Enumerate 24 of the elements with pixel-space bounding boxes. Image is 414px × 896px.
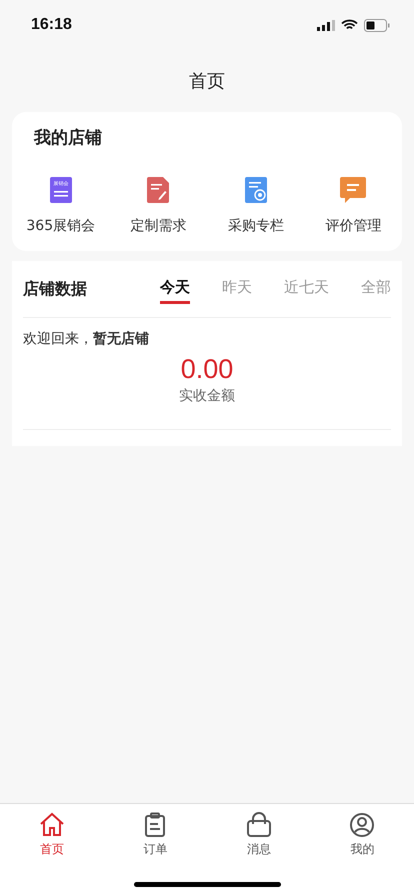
tab-bar-item[interactable]: 消息 (207, 812, 310, 858)
tab-bar-item[interactable]: 我的 (310, 812, 414, 858)
user-circle-icon (349, 812, 376, 838)
tab-bar-item[interactable]: 首页 (0, 812, 104, 858)
shortcut-button[interactable]: 定制需求 (110, 177, 207, 235)
shopping-bag-icon (246, 812, 272, 838)
welcome-text: 欢迎回来，暂无店铺 (23, 330, 150, 348)
signal-icon (317, 20, 335, 30)
page-title: 首页 (189, 70, 225, 93)
status-time: 16:18 (31, 16, 72, 34)
tab-bar-item[interactable]: 订单 (104, 812, 207, 858)
amount-value: 0.00 (180, 354, 234, 385)
home-icon (38, 812, 65, 838)
wifi-icon (341, 19, 358, 31)
document-pen-icon (147, 177, 170, 203)
section-title: 店铺数据 (23, 278, 88, 300)
shortcut-button[interactable]: 评价管理 (304, 177, 402, 235)
period-tab[interactable]: 今天 (160, 274, 190, 304)
shortcut-button[interactable]: 采购专栏 (207, 177, 304, 235)
document-target-icon (244, 177, 267, 203)
section-title: 我的店铺 (32, 127, 103, 149)
amount-label: 实收金额 (178, 387, 236, 405)
battery-icon (364, 18, 390, 32)
chat-bubble-icon (340, 177, 366, 203)
